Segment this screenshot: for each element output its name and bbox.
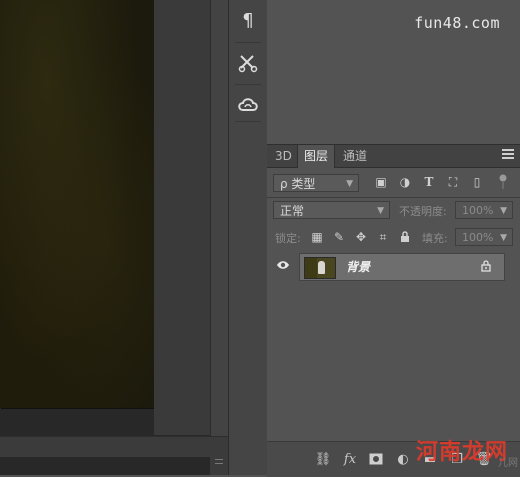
creative-cloud-icon[interactable] [229,86,267,122]
fill-value: 100% [462,231,494,244]
filter-smart-object-icon[interactable]: ▯ [469,173,485,191]
fill-input[interactable]: 100% ▼ [455,228,513,246]
blend-mode-dropdown[interactable]: 正常 ▼ [273,201,390,219]
divider [267,197,520,198]
tab-channels[interactable]: 通道 [337,145,373,167]
lock-label: 锁定: [275,232,301,245]
filter-kind-label: ρ 类型 [280,177,316,191]
panel-tab-bar: 3D 图层 通道 [267,145,520,168]
filter-pixel-icon[interactable]: ▣ [373,173,389,191]
lock-brush-icon[interactable]: ✎ [331,228,347,246]
blend-mode-value: 正常 [280,204,305,218]
link-icon[interactable]: ⛓ [315,451,332,467]
layer-thumbnail [304,257,336,279]
layer-name[interactable]: 背景 [346,254,370,280]
lock-transparent-icon[interactable]: ▦ [309,228,325,246]
tab-layers[interactable]: 图层 [297,145,336,168]
paragraph-icon[interactable]: ¶ [229,2,267,38]
strip-divider [235,42,261,43]
watermark-logo-text: 河南龙网 [415,439,508,465]
adjustment-icon[interactable]: ◐ [395,451,411,467]
watermark-small-text: 儿网 [498,458,518,469]
canvas-pasteboard [154,0,210,435]
filter-adjustment-icon[interactable]: ◑ [397,173,413,191]
chevron-down-icon: ▼ [500,233,507,243]
layers-footer: ⛓ fx ◐ ▬ ❐ 🗑 河南龙网 儿网 [267,439,520,477]
eye-icon[interactable] [276,258,290,272]
blend-row: 正常 ▼ 不透明度: 100% ▼ [267,201,520,221]
upper-panel: fun48.com [267,0,520,144]
filter-kind-dropdown[interactable]: ρ 类型 ▼ [273,174,359,192]
strip-divider [235,121,261,122]
panel-menu-icon[interactable] [502,149,514,161]
lock-artboard-icon[interactable]: ⌗ [375,228,391,246]
horizontal-scrollbar[interactable] [0,436,228,457]
layers-panel: 3D 图层 通道 ρ 类型 ▼ ▣ ◑ T ⛶ ▯ 正常 ▼ 不透明度: 100… [267,144,520,477]
tools-icon[interactable] [229,45,267,81]
resize-grip[interactable] [210,456,228,475]
mask-icon[interactable] [368,451,384,467]
strip-divider [235,84,261,85]
lock-icon[interactable] [480,260,492,272]
filter-type-icon[interactable]: T [421,173,437,191]
layer-item[interactable]: 背景 [299,253,505,281]
chevron-down-icon: ▼ [500,206,507,216]
layer-filter-row: ρ 类型 ▼ ▣ ◑ T ⛶ ▯ [267,173,520,193]
vertical-scrollbar[interactable] [210,0,229,436]
fill-label: 填充: [422,232,448,245]
watermark-text: fun48.com [414,14,500,32]
panel-icon-strip: ¶ [228,0,268,475]
canvas-area[interactable] [0,0,229,475]
filter-shape-icon[interactable]: ⛶ [445,173,461,191]
document-canvas[interactable] [0,0,154,408]
lock-position-icon[interactable]: ✥ [353,228,369,246]
opacity-value: 100% [462,204,494,217]
chevron-down-icon: ▼ [346,179,353,189]
lock-row: 锁定: ▦ ✎ ✥ ⌗ 填充: 100% ▼ [267,228,520,248]
lock-all-icon[interactable] [397,228,413,246]
opacity-input[interactable]: 100% ▼ [455,201,513,219]
tab-3d[interactable]: 3D [269,145,298,167]
filter-toggle-icon[interactable] [495,173,511,191]
opacity-label: 不透明度: [399,205,447,218]
fx-icon[interactable]: fx [342,451,358,467]
chevron-down-icon: ▼ [377,206,384,216]
